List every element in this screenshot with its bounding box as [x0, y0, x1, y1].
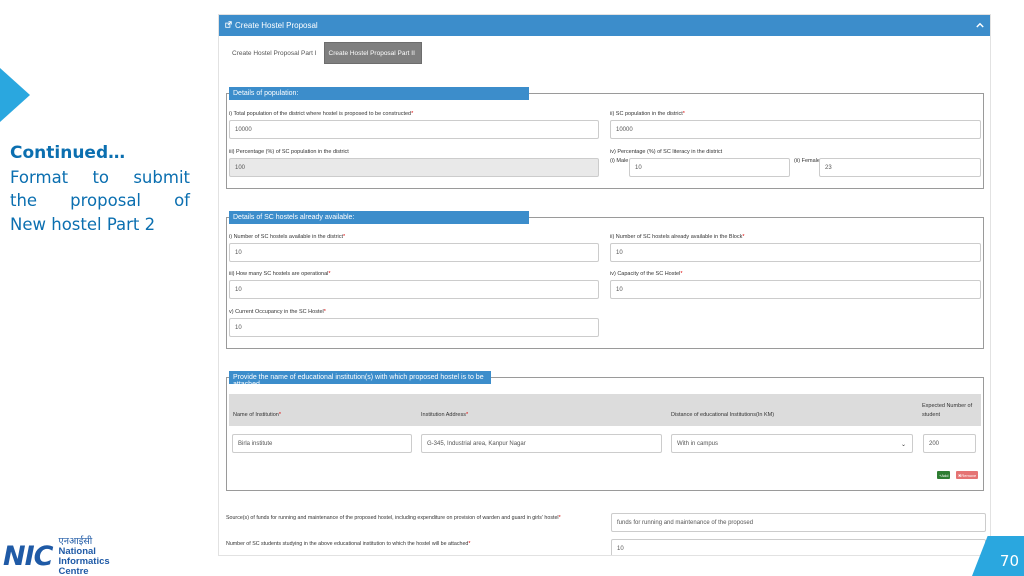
tab-part-1[interactable]: Create Hostel Proposal Part I — [227, 42, 324, 64]
nic-logo-line3: Centre — [58, 566, 89, 576]
sc-population-input[interactable]: 10000 — [610, 120, 981, 139]
female-label: (ii) Female — [794, 158, 820, 164]
chevron-down-icon: ⌄ — [900, 442, 906, 448]
institutions-table-header: Name of Institution* Institution Address… — [229, 394, 981, 426]
app-screenshot: Create Hostel Proposal Create Hostel Pro… — [218, 14, 991, 556]
panel-title-text: Create Hostel Proposal — [235, 21, 318, 30]
panel-header: Create Hostel Proposal — [219, 15, 990, 36]
district-hostels-input[interactable]: 10 — [229, 243, 599, 262]
operational-hostels-input[interactable]: 10 — [229, 280, 599, 299]
sc-literacy-label: iv) Percentage (%) of SC literacy in the… — [610, 149, 723, 155]
hostels-legend: Details of SC hostels already available: — [229, 211, 529, 224]
population-legend: Details of population: — [229, 87, 529, 100]
tab-part-2[interactable]: Create Hostel Proposal Part II — [323, 42, 422, 64]
slide: Continued… Format to submit the proposal… — [0, 0, 1024, 576]
block-hostels-label: ii) Number of SC hostels already availab… — [610, 234, 745, 240]
slide-caption: Continued… Format to submit the proposal… — [10, 142, 190, 236]
nic-logo: NIC एनआईसी National Informatics Centre — [3, 537, 110, 576]
sc-percentage-label: iii) Percentage (%) of SC population in … — [229, 149, 349, 155]
caption-line-3: New hostel Part 2 — [10, 214, 156, 234]
operational-hostels-label: iii) How many SC hostels are operational… — [229, 271, 331, 277]
population-section: Details of population: i) Total populati… — [226, 87, 984, 189]
caption-line-2: the proposal of — [10, 191, 190, 210]
block-hostels-input[interactable]: 10 — [610, 243, 981, 262]
occupancy-input[interactable]: 10 — [229, 318, 599, 337]
distance-select[interactable]: With in campus ⌄ — [671, 434, 913, 453]
tab-bar: Create Hostel Proposal Part I Create Hos… — [227, 42, 990, 64]
male-literacy-input[interactable]: 10 — [629, 158, 790, 177]
caption-heading: Continued… — [10, 143, 126, 163]
caption-line-1: Format to submit — [10, 167, 190, 187]
external-link-icon — [225, 21, 232, 30]
col-distance: Distance of educational Institutions(In … — [671, 412, 775, 418]
total-population-label: i) Total population of the district wher… — [229, 111, 414, 117]
hostel-capacity-input[interactable]: 10 — [610, 280, 981, 299]
col-institution-name: Name of Institution* — [233, 412, 281, 418]
hostel-capacity-label: iv) Capacity of the SC Hostel* — [610, 271, 683, 277]
hostels-section: Details of SC hostels already available:… — [226, 211, 984, 349]
decorative-arrow — [0, 68, 30, 122]
district-hostels-label: i) Number of SC hostels available in the… — [229, 234, 346, 240]
col-institution-address: Institution Address* — [421, 412, 469, 418]
sc-students-input[interactable]: 10 — [611, 539, 986, 555]
panel-title: Create Hostel Proposal — [225, 21, 318, 30]
distance-select-value: With in campus — [677, 441, 719, 447]
institutions-legend: Provide the name of educational institut… — [229, 371, 491, 388]
slide-number: 70 — [999, 552, 1019, 570]
occupancy-label: v) Current Occupancy in the SC Hostel* — [229, 309, 326, 315]
col-expected-students: Expected Number of student — [922, 403, 973, 418]
chevron-up-icon[interactable] — [976, 21, 984, 30]
sc-students-label: Number of SC students studying in the ab… — [226, 541, 471, 547]
funds-source-input[interactable]: funds for running and maintenance of the… — [611, 513, 986, 532]
institution-address-input[interactable]: G-345, Industrial area, Kanpur Nagar — [421, 434, 662, 453]
female-literacy-input[interactable]: 23 — [819, 158, 981, 177]
nic-logo-mark: NIC — [3, 541, 53, 572]
sc-population-label: ii) SC population in the district* — [610, 111, 685, 117]
remove-row-button[interactable]: ✖Remove — [956, 471, 979, 479]
expected-students-input[interactable]: 200 — [923, 434, 976, 453]
total-population-input[interactable]: 10000 — [229, 120, 599, 139]
institutions-section: Provide the name of educational institut… — [226, 371, 984, 491]
add-row-button[interactable]: +Add — [937, 471, 951, 479]
male-label: (i) Male — [610, 158, 629, 164]
sc-percentage-input: 100 — [229, 158, 599, 177]
institution-name-input[interactable]: Birla institute — [232, 434, 412, 453]
funds-source-label: Source(s) of funds for running and maint… — [226, 515, 561, 521]
nic-logo-text: एनआईसी National Informatics Centre — [58, 537, 109, 576]
